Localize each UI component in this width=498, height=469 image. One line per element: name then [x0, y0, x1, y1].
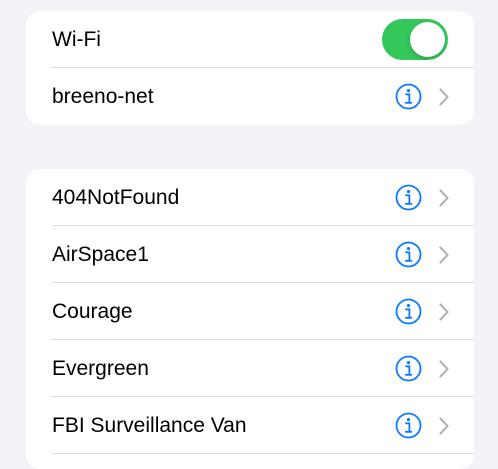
chevron-right-icon	[439, 360, 449, 378]
toggle-knob[interactable]	[410, 22, 445, 57]
chevron-right-icon	[439, 189, 449, 207]
networks-list: 404NotFound AirSpace1 Courage Evergreen …	[26, 169, 474, 469]
network-row[interactable]: Evergreen	[26, 340, 474, 397]
connected-network-row[interactable]: breeno-net	[26, 68, 474, 125]
info-circle-icon[interactable]	[395, 412, 422, 439]
divider	[52, 453, 474, 454]
wifi-toggle-row: Wi-Fi	[26, 11, 474, 68]
network-row[interactable]: 404NotFound	[26, 169, 474, 226]
info-circle-icon[interactable]	[395, 298, 422, 325]
info-circle-icon[interactable]	[395, 184, 422, 211]
network-name: FBI Surveillance Van	[52, 414, 247, 437]
wifi-toggle[interactable]	[382, 19, 448, 60]
chevron-right-icon	[439, 246, 449, 264]
chevron-right-icon	[439, 303, 449, 321]
network-name: AirSpace1	[52, 243, 149, 266]
info-circle-icon[interactable]	[395, 355, 422, 382]
chevron-right-icon	[439, 88, 449, 106]
network-name: Evergreen	[52, 357, 149, 380]
network-row[interactable]: AirSpace1	[26, 226, 474, 283]
connected-network-name: breeno-net	[52, 85, 154, 108]
info-circle-icon[interactable]	[395, 83, 422, 110]
info-circle-icon[interactable]	[395, 241, 422, 268]
wifi-label: Wi-Fi	[52, 28, 101, 51]
network-name: Courage	[52, 300, 133, 323]
wifi-card: Wi-Fi breeno-net	[26, 11, 474, 125]
chevron-right-icon	[439, 417, 449, 435]
network-name: 404NotFound	[52, 186, 180, 209]
network-row[interactable]: FBI Surveillance Van	[26, 397, 474, 454]
network-row[interactable]: Courage	[26, 283, 474, 340]
